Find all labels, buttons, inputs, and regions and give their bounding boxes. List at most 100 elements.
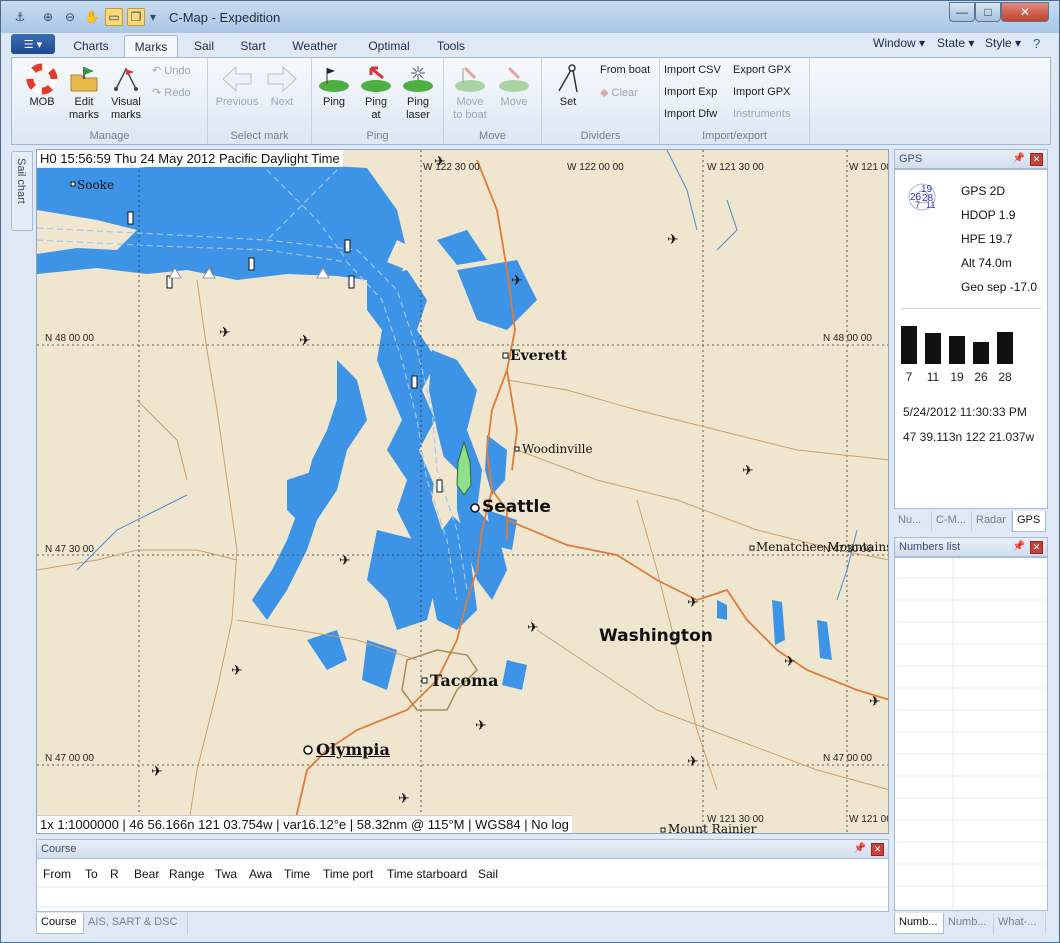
gps-alt: Alt 74.0m	[961, 256, 1012, 270]
maximize-button[interactable]: □	[975, 2, 1001, 22]
tab-numbers-short[interactable]: Nu...	[894, 511, 932, 532]
help-icon[interactable]: ?	[1033, 36, 1040, 51]
satellite-id-11: 11	[926, 370, 940, 384]
zoom-in-icon[interactable]: ⊕	[39, 8, 57, 26]
customize-toolbar-icon[interactable]: ▾	[148, 8, 158, 26]
export-gpx-button[interactable]: Export GPX	[733, 64, 791, 76]
import-exp-button[interactable]: Import Exp	[664, 86, 717, 98]
place-tacoma: Tacoma	[430, 671, 499, 690]
close-button[interactable]: ✕	[1001, 2, 1049, 22]
col-time[interactable]: Time	[284, 867, 310, 881]
side-tab-sail-chart[interactable]: Sail chart	[11, 151, 33, 231]
pin-icon[interactable]: 📌	[854, 843, 866, 854]
lon-label-121-30: W 121 30 00	[707, 162, 764, 173]
tab-optimal[interactable]: Optimal	[361, 35, 417, 57]
undo-button[interactable]: ↶ Undo	[152, 64, 191, 77]
tab-radar[interactable]: Radar	[972, 511, 1012, 532]
numbers-list-close-button[interactable]: ✕	[1030, 541, 1043, 554]
tab-numbers-1[interactable]: Numb...	[894, 913, 944, 934]
tab-charts[interactable]: Charts	[63, 35, 119, 57]
undo-icon: ↶	[152, 65, 162, 77]
tab-weather[interactable]: Weather	[287, 35, 343, 57]
window-tool-icon[interactable]: ❐	[127, 8, 145, 26]
numbers-list-panel	[894, 557, 1048, 911]
svg-text:✈: ✈	[299, 333, 311, 349]
application-menu-button[interactable]: ☰ ▾	[11, 34, 55, 54]
svg-text:✈: ✈	[231, 663, 243, 679]
menu-window[interactable]: Window ▾	[873, 36, 925, 50]
clear-dividers-button[interactable]: ◆ Clear	[600, 86, 638, 99]
tab-gps[interactable]: GPS	[1012, 511, 1046, 532]
tab-start[interactable]: Start	[231, 35, 275, 57]
arrow-right-icon	[260, 62, 304, 96]
next-button[interactable]: Next	[260, 62, 304, 109]
edit-marks-button[interactable]: Edit marks	[60, 62, 108, 122]
import-dfw-button[interactable]: Import Dfw	[664, 108, 717, 120]
nautical-chart[interactable]: ✈ ✈ ✈ ✈ ✈ ✈ ✈ ✈ ✈ ✈ ✈ ✈ ✈ ✈ ✈ ✈ ✈	[36, 149, 889, 834]
dividers-compass-icon	[544, 62, 592, 96]
zoom-out-icon[interactable]: ⊖	[61, 8, 79, 26]
course-grid	[37, 886, 888, 908]
menu-style[interactable]: Style ▾	[985, 36, 1021, 50]
col-bear[interactable]: Bear	[134, 867, 159, 881]
app-icon[interactable]: ⚓	[11, 8, 29, 26]
gps-panel-close-button[interactable]: ✕	[1030, 153, 1043, 166]
minimize-button[interactable]: —	[949, 2, 975, 22]
previous-button[interactable]: Previous	[212, 62, 262, 109]
tab-numbers-2[interactable]: Numb...	[944, 913, 994, 934]
satellite-bar-7	[901, 326, 917, 364]
ping-button[interactable]: Ping	[310, 62, 358, 109]
redo-button[interactable]: ↷ Redo	[152, 86, 191, 99]
from-boat-button[interactable]: From boat	[600, 64, 650, 76]
group-manage: MOB Edit marks Visual marks ↶ Undo ↷ Red…	[12, 58, 208, 144]
move-to-boat-button[interactable]: Move to boat	[446, 62, 494, 122]
gps-hdop: HDOP 1.9	[961, 208, 1016, 222]
place-mount-rainier: Mount Rainier	[668, 822, 757, 834]
svg-text:✈: ✈	[742, 463, 754, 479]
boat-tool-icon[interactable]: ▭	[105, 8, 123, 26]
gps-datetime: 5/24/2012 11:30:33 PM	[903, 405, 1027, 419]
group-move: Move to boat Move Move	[444, 58, 542, 144]
mob-button[interactable]: MOB	[18, 62, 66, 109]
tab-ais-sart-dsc[interactable]: AIS, SART & DSC	[84, 913, 188, 934]
import-gpx-button[interactable]: Import GPX	[733, 86, 790, 98]
satellite-bar-11	[925, 333, 941, 364]
col-to[interactable]: To	[85, 867, 98, 881]
ping-at-button[interactable]: Ping at	[352, 62, 400, 122]
arrow-left-icon	[212, 62, 262, 96]
menu-state[interactable]: State ▾	[937, 36, 974, 50]
satellite-signal-bars: 7 11 19 26 28	[899, 320, 1045, 390]
course-panel-tabs: Course AIS, SART & DSC	[36, 913, 336, 935]
ping-laser-button[interactable]: Ping laser	[394, 62, 442, 122]
col-r[interactable]: R	[110, 867, 119, 881]
col-time-port[interactable]: Time port	[323, 867, 373, 881]
tab-tools[interactable]: Tools	[431, 35, 471, 57]
col-awa[interactable]: Awa	[249, 867, 272, 881]
tab-marks[interactable]: Marks	[124, 35, 178, 57]
lon-label-121-00: W 121 00	[849, 162, 889, 173]
satellite-id-7: 7	[905, 370, 913, 384]
col-range[interactable]: Range	[169, 867, 204, 881]
col-sail[interactable]: Sail	[478, 867, 498, 881]
svg-text:✈: ✈	[869, 694, 881, 710]
set-dividers-button[interactable]: Set	[544, 62, 592, 109]
move-button[interactable]: Move	[490, 62, 538, 109]
col-time-starboard[interactable]: Time starboard	[387, 867, 467, 881]
instruments-button[interactable]: Instruments	[733, 108, 790, 120]
col-twa[interactable]: Twa	[215, 867, 237, 881]
redo-icon: ↷	[152, 87, 162, 99]
visual-marks-button[interactable]: Visual marks	[102, 62, 150, 122]
pin-icon[interactable]: 📌	[1013, 153, 1025, 164]
pan-hand-icon[interactable]: ✋	[83, 8, 101, 26]
gps-panel-header: GPS 📌 ✕	[894, 149, 1048, 169]
tab-course[interactable]: Course	[36, 913, 84, 934]
tab-sail[interactable]: Sail	[183, 35, 225, 57]
tab-cmap[interactable]: C-M...	[932, 511, 972, 532]
import-csv-button[interactable]: Import CSV	[664, 64, 721, 76]
move-to-boat-icon	[446, 62, 494, 96]
tab-what-if[interactable]: What-...	[994, 913, 1046, 934]
col-from[interactable]: From	[43, 867, 71, 881]
place-olympia: Olympia	[316, 740, 390, 759]
pin-icon[interactable]: 📌	[1013, 541, 1025, 552]
course-panel-close-button[interactable]: ✕	[871, 843, 884, 856]
